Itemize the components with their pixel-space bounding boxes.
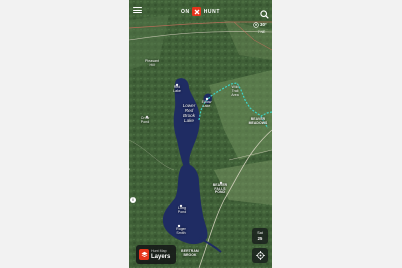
search-icon — [260, 10, 269, 19]
place-label-nw: Pleasant Hill — [145, 59, 159, 67]
temperature-readout: 30° — [260, 22, 267, 27]
place-label-west: Crow Pond — [140, 116, 150, 124]
town-label-a: BEAVER MEADOWS — [248, 117, 268, 125]
date-number: 25 — [257, 236, 263, 241]
logo-text-right: HUNT — [203, 8, 220, 15]
top-bar: ON HUNT — [129, 0, 272, 22]
layers-icon — [139, 249, 149, 260]
layers-button[interactable]: Hunt Map Layers — [136, 245, 176, 264]
crosshair-icon — [255, 251, 265, 260]
lake-label-long-pond: Long Pond — [177, 206, 187, 214]
map-canvas[interactable] — [129, 0, 272, 268]
lake-label-roger: Roger Smith — [176, 227, 186, 235]
logo-text-left: ON — [181, 8, 190, 15]
hamburger-icon-line — [133, 9, 142, 11]
place-label-bottom: BERTRAM BROOK — [181, 249, 199, 257]
date-widget[interactable]: Sat 25 — [252, 228, 268, 244]
trail-area-label: Wild Trail Area — [231, 85, 239, 97]
menu-button[interactable] — [133, 6, 142, 15]
info-button[interactable]: i — [130, 197, 136, 203]
mapbox-attribution: mapbox — [129, 159, 130, 176]
search-button[interactable] — [260, 6, 269, 19]
wind-readout: 7 NE — [257, 29, 266, 34]
lake-label-main: Lower Red Brook Lake — [182, 103, 196, 124]
phone-screen: Red Lake Lower Red Brook Lake Elbow Lake… — [129, 0, 272, 268]
island-label: Elbow Lake — [201, 100, 212, 108]
layers-label: Layers — [151, 254, 171, 260]
date-day: Sat — [257, 230, 263, 235]
wind-direction-icon — [253, 22, 259, 28]
town-label-b: BEAVER FALLS POND — [212, 183, 228, 195]
lake-label-red: Red Lake — [173, 85, 181, 93]
hamburger-icon-line — [133, 12, 142, 14]
weather-widget[interactable]: 30° 7 NE — [250, 22, 270, 35]
locate-button[interactable] — [252, 248, 268, 263]
layers-subtitle: Hunt Map — [151, 249, 167, 253]
hamburger-icon — [133, 7, 142, 9]
logo-mark-icon — [192, 7, 202, 16]
app-logo: ON HUNT — [181, 7, 220, 16]
